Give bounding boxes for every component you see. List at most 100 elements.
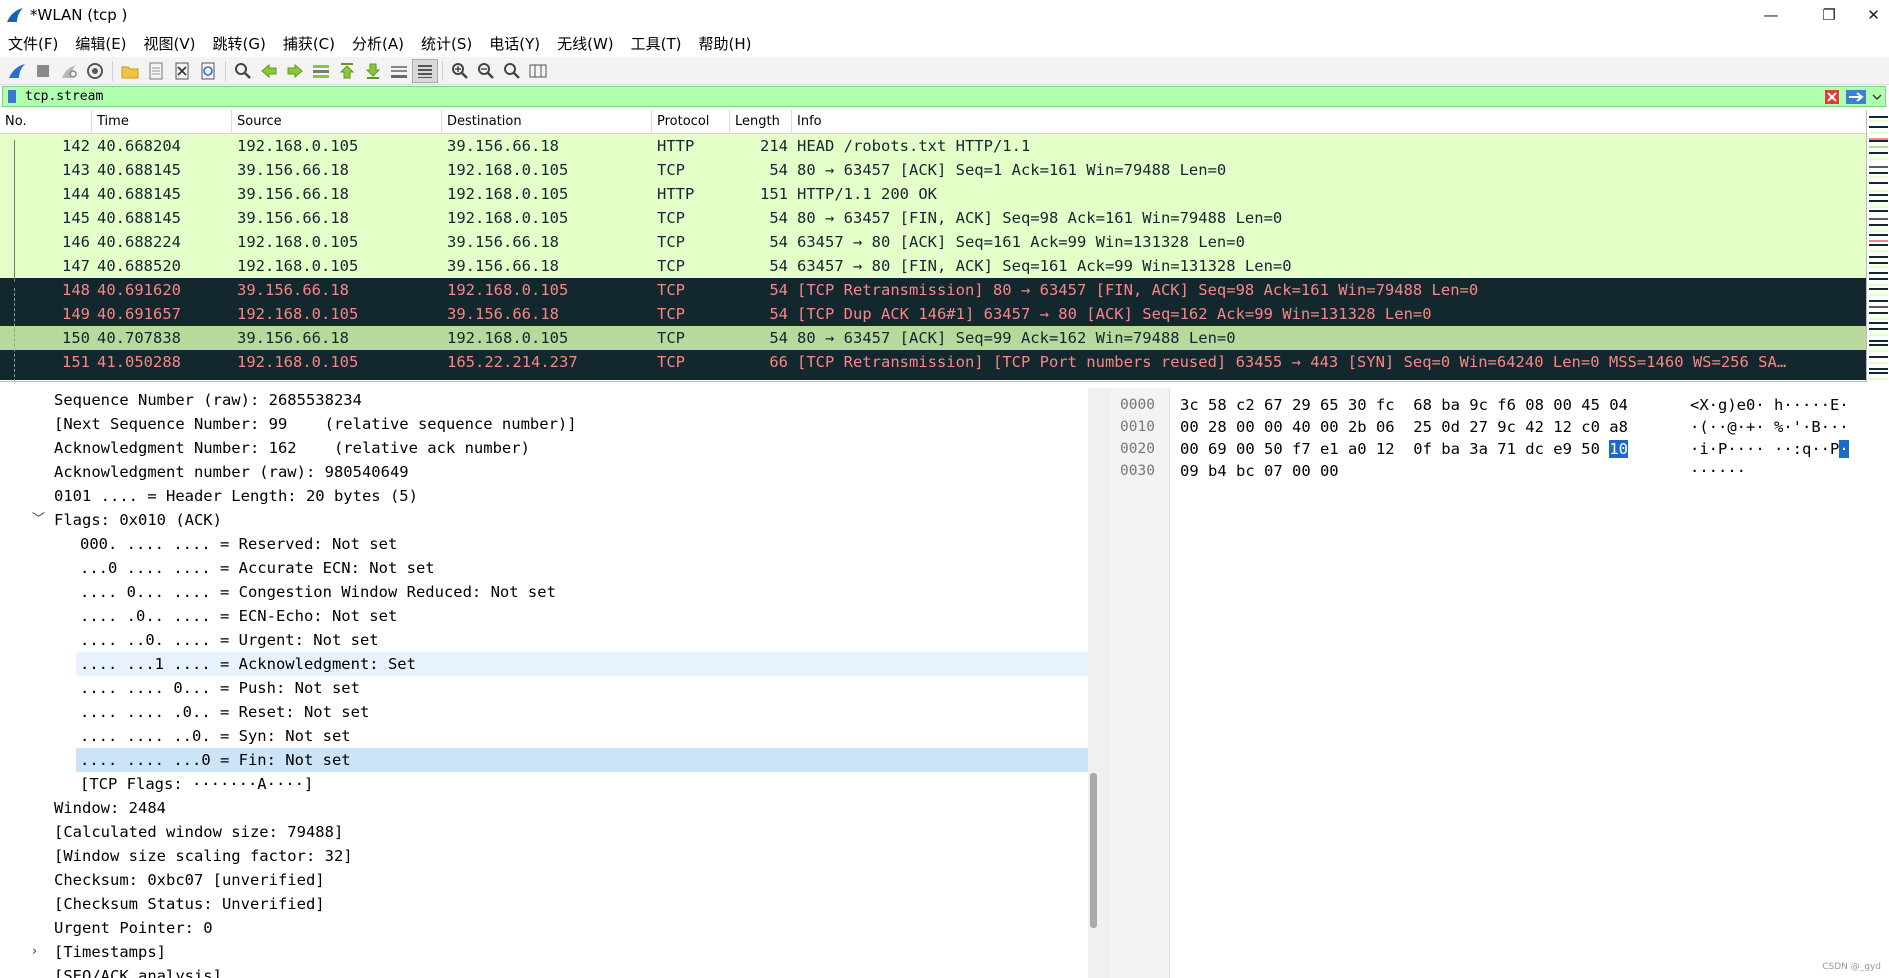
packet-row[interactable]: 146 40.688224 192.168.0.105 39.156.66.18 TCP…	[0, 230, 1866, 254]
minimap-stripe	[1869, 372, 1888, 374]
detail-row[interactable]: Urgent Pointer: 0	[0, 916, 1088, 940]
cell-destination: 192.168.0.105	[447, 209, 569, 227]
maximize-button[interactable]: ❐	[1800, 0, 1858, 30]
resize-columns-icon[interactable]	[525, 59, 551, 83]
column-header-protocol[interactable]: Protocol	[652, 110, 730, 134]
clear-filter-icon[interactable]	[1821, 87, 1843, 106]
detail-row[interactable]: [Window size scaling factor: 32]	[0, 844, 1088, 868]
menu-view[interactable]: 视图(V)	[136, 33, 205, 54]
detail-row[interactable]: [SEQ/ACK analysis]	[0, 964, 1088, 978]
zoom-in-icon[interactable]	[447, 59, 473, 83]
bytes-row[interactable]: 0030 09 b4 bc 07 00 00 ······	[1110, 460, 1889, 482]
menu-analyze[interactable]: 分析(A)	[344, 33, 413, 54]
packet-list-minimap[interactable]	[1866, 110, 1889, 382]
packet-row[interactable]: 145 40.688145 39.156.66.18 192.168.0.105 TCP…	[0, 206, 1866, 230]
bytes-row[interactable]: 0000 3c 58 c2 67 29 65 30 fc 68 ba 9c f6 …	[1110, 394, 1889, 416]
detail-row[interactable]: [Checksum Status: Unverified]	[0, 892, 1088, 916]
packet-row[interactable]: 144 40.688145 39.156.66.18 192.168.0.105 HTT…	[0, 182, 1866, 206]
detail-row[interactable]: 000. .... .... = Reserved: Not set	[0, 532, 1088, 556]
detail-row[interactable]: .... ..0. .... = Urgent: Not set	[0, 628, 1088, 652]
column-header-length[interactable]: Length	[730, 110, 792, 134]
detail-row[interactable]: .... .... 0... = Push: Not set	[0, 676, 1088, 700]
menu-wireless[interactable]: 无线(W)	[549, 33, 623, 54]
detail-row[interactable]: Checksum: 0xbc07 [unverified]	[0, 868, 1088, 892]
go-first-icon[interactable]	[334, 59, 360, 83]
menu-statistics[interactable]: 统计(S)	[413, 33, 481, 54]
minimize-button[interactable]: —	[1742, 0, 1800, 30]
packet-row-partial[interactable]	[0, 374, 1866, 380]
display-filter-input[interactable]	[19, 87, 1821, 106]
toolbar-separator	[442, 60, 443, 81]
packet-row[interactable]: 151 41.050288 192.168.0.105 165.22.214.237 T…	[0, 350, 1866, 374]
find-packet-icon[interactable]	[230, 59, 256, 83]
column-header-source[interactable]: Source	[232, 110, 442, 134]
detail-row[interactable]: Acknowledgment Number: 162 (relative ack…	[0, 436, 1088, 460]
packet-row[interactable]: 147 40.688520 192.168.0.105 39.156.66.18 TCP…	[0, 254, 1866, 278]
open-file-icon[interactable]	[117, 59, 143, 83]
close-file-icon[interactable]	[169, 59, 195, 83]
menu-help[interactable]: 帮助(H)	[691, 33, 761, 54]
bytes-hex-text: 3c 58 c2 67 29 65 30 fc 68 ba 9c f6 08 0…	[1180, 396, 1628, 414]
go-last-icon[interactable]	[360, 59, 386, 83]
detail-row[interactable]: .... 0... .... = Congestion Window Reduc…	[0, 580, 1088, 604]
details-scrollbar-thumb[interactable]	[1090, 773, 1097, 928]
column-header-destination[interactable]: Destination	[442, 110, 652, 134]
go-back-icon[interactable]	[256, 59, 282, 83]
bookmark-icon[interactable]	[5, 88, 19, 105]
detail-row[interactable]: [Calculated window size: 79488]	[0, 820, 1088, 844]
detail-row[interactable]: Sequence Number (raw): 2685538234	[0, 388, 1088, 412]
chevron-right-icon[interactable]: ›	[32, 940, 37, 964]
detail-row[interactable]: ...0 .... .... = Accurate ECN: Not set	[0, 556, 1088, 580]
capture-options-icon[interactable]	[82, 59, 108, 83]
detail-row[interactable]: [Next Sequence Number: 99 (relative sequ…	[0, 412, 1088, 436]
menu-telephony[interactable]: 电话(Y)	[481, 33, 549, 54]
reload-file-icon[interactable]	[195, 59, 221, 83]
detail-row[interactable]: Window: 2484	[0, 796, 1088, 820]
column-header-info[interactable]: Info	[792, 110, 1866, 134]
detail-row[interactable]: Acknowledgment number (raw): 980540649	[0, 460, 1088, 484]
detail-row[interactable]: › [Timestamps]	[0, 940, 1088, 964]
restart-capture-icon[interactable]	[56, 59, 82, 83]
stop-capture-icon[interactable]	[30, 59, 56, 83]
filter-history-dropdown-icon[interactable]	[1869, 87, 1885, 106]
menu-tools[interactable]: 工具(T)	[623, 33, 691, 54]
detail-row[interactable]: .... .0.. .... = ECN-Echo: Not set	[0, 604, 1088, 628]
detail-row[interactable]: .... ...1 .... = Acknowledgment: Set	[76, 652, 1088, 676]
bytes-row[interactable]: 0020 00 69 00 50 f7 e1 a0 12 0f ba 3a 71 …	[1110, 438, 1889, 460]
detail-row[interactable]: 0101 .... = Header Length: 20 bytes (5)	[0, 484, 1088, 508]
minimap-stripe	[1869, 350, 1888, 352]
menu-edit[interactable]: 编辑(E)	[67, 33, 135, 54]
packet-row[interactable]: 149 40.691657 192.168.0.105 39.156.66.18 TCP…	[0, 302, 1866, 326]
auto-scroll-icon[interactable]	[386, 59, 412, 83]
shark-fin-start-icon[interactable]	[4, 59, 30, 83]
packet-row[interactable]: 142 40.668204 192.168.0.105 39.156.66.18 HTT…	[0, 134, 1866, 158]
cell-protocol: TCP	[657, 353, 685, 371]
minimap-stripe	[1869, 278, 1888, 280]
bytes-row[interactable]: 0010 00 28 00 00 40 00 2b 06 25 0d 27 9c …	[1110, 416, 1889, 438]
packet-row[interactable]: 143 40.688145 39.156.66.18 192.168.0.105 TCP…	[0, 158, 1866, 182]
packet-row[interactable]: 148 40.691620 39.156.66.18 192.168.0.105 TCP…	[0, 278, 1866, 302]
apply-filter-icon[interactable]	[1843, 87, 1869, 106]
details-scrollbar[interactable]	[1088, 388, 1100, 978]
zoom-out-icon[interactable]	[473, 59, 499, 83]
go-forward-icon[interactable]	[282, 59, 308, 83]
menu-file[interactable]: 文件(F)	[0, 33, 67, 54]
detail-row[interactable]: ﹀ Flags: 0x010 (ACK)	[0, 508, 1088, 532]
chevron-down-icon[interactable]: ﹀	[32, 508, 45, 532]
close-window-button[interactable]: ✕	[1858, 0, 1889, 30]
packet-row[interactable]: 150 40.707838 39.156.66.18 192.168.0.105 TCP…	[0, 326, 1866, 350]
detail-row[interactable]: .... .... ...0 = Fin: Not set	[76, 748, 1088, 772]
colorize-icon[interactable]	[412, 58, 438, 83]
minimap-stripe	[1869, 176, 1888, 178]
menu-capture[interactable]: 捕获(C)	[275, 33, 344, 54]
column-header-no[interactable]: No.	[0, 110, 92, 134]
go-to-packet-icon[interactable]	[308, 59, 334, 83]
menu-go[interactable]: 跳转(G)	[205, 33, 275, 54]
pane-splitter[interactable]	[1100, 388, 1110, 978]
zoom-normal-icon[interactable]	[499, 59, 525, 83]
detail-row[interactable]: .... .... .0.. = Reset: Not set	[0, 700, 1088, 724]
detail-row[interactable]: .... .... ..0. = Syn: Not set	[0, 724, 1088, 748]
save-file-icon[interactable]	[143, 59, 169, 83]
detail-row[interactable]: [TCP Flags: ·······A····]	[0, 772, 1088, 796]
column-header-time[interactable]: Time	[92, 110, 232, 134]
